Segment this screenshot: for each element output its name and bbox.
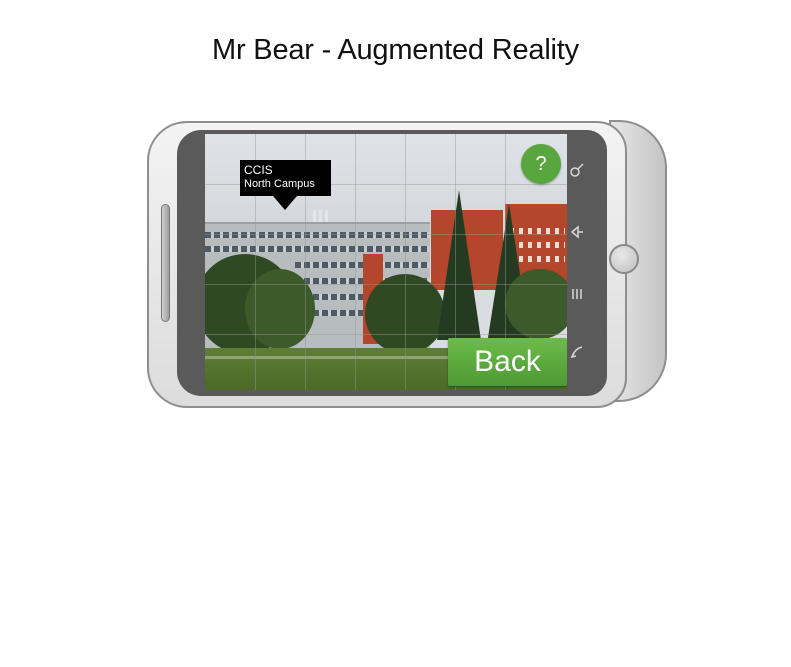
grid-line: [205, 234, 567, 235]
window-band: [205, 232, 430, 238]
tree: [505, 269, 567, 339]
volume-button[interactable]: [161, 204, 170, 322]
conifer-tree: [437, 190, 481, 340]
location-campus: North Campus: [244, 178, 315, 190]
menu-icon[interactable]: [563, 280, 591, 308]
camera-view[interactable]: CCIS North Campus ? Back: [205, 134, 567, 390]
help-button[interactable]: ?: [521, 144, 561, 184]
window-band: [205, 246, 430, 252]
home-icon[interactable]: [563, 218, 591, 246]
grid-line: [205, 334, 567, 335]
grid-line: [355, 134, 356, 390]
page-title: Mr Bear - Augmented Reality: [212, 34, 579, 66]
back-nav-icon[interactable]: [563, 338, 591, 366]
phone-mockup: CCIS North Campus ? Back: [147, 118, 669, 410]
grid-line: [205, 284, 567, 285]
ar-tag-pointer: [273, 196, 297, 210]
grid-line: [405, 134, 406, 390]
hardware-home-button[interactable]: [609, 244, 639, 274]
location-name: CCIS: [244, 163, 273, 177]
search-icon[interactable]: [563, 156, 591, 184]
ar-location-tag[interactable]: CCIS North Campus: [240, 160, 331, 196]
back-button[interactable]: Back: [448, 338, 567, 386]
